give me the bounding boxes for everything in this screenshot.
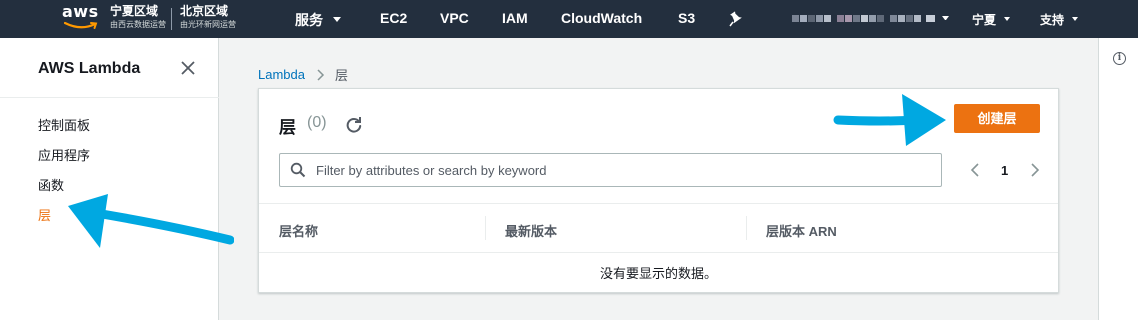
region-selector-label: 宁夏 [972, 13, 997, 27]
column-divider[interactable] [485, 216, 486, 240]
top-navigation: aws 宁夏区域 由西云数据运营 北京区域 由光环新网运营 服务 EC2 VPC… [0, 0, 1138, 38]
sidebar-title: AWS Lambda [38, 60, 141, 77]
support-menu[interactable]: 支持 [1040, 11, 1079, 28]
region-ningxia-name: 宁夏区域 [110, 4, 159, 18]
region-beijing-operator: 由光环新网运营 [180, 20, 236, 29]
column-layer-version-arn[interactable]: 层版本 ARN [766, 221, 837, 240]
nav-vpc[interactable]: VPC [440, 10, 469, 26]
region-divider [171, 8, 172, 30]
layers-panel: 层 (0) 创建层 1 层名称 最新版本 层版本 ARN 没有要显示的数据。 [258, 88, 1059, 293]
panel-title: 层 [279, 118, 296, 137]
refresh-icon[interactable] [345, 116, 363, 134]
support-label: 支持 [1040, 13, 1065, 27]
region-beijing-badge[interactable]: 北京区域 由光环新网运营 [180, 5, 236, 31]
breadcrumb-lambda-link[interactable]: Lambda [258, 67, 305, 82]
aws-smile-icon [64, 21, 98, 29]
aws-logo[interactable]: aws [62, 4, 106, 34]
sidebar: AWS Lambda 控制面板 应用程序 函数 层 [0, 38, 219, 320]
nav-iam[interactable]: IAM [502, 10, 528, 26]
region-ningxia-operator: 由西云数据运营 [110, 20, 166, 29]
sidebar-item-functions[interactable]: 函数 [38, 175, 64, 194]
chevron-right-icon [317, 68, 325, 81]
search-input[interactable] [316, 154, 936, 186]
breadcrumb: Lambda 层 [258, 65, 348, 84]
chevron-down-icon [942, 16, 949, 23]
chevron-left-icon[interactable] [969, 162, 981, 178]
search-icon [290, 162, 306, 178]
help-rail: i [1098, 38, 1138, 320]
chevron-down-icon [1004, 16, 1011, 21]
nav-cloudwatch[interactable]: CloudWatch [561, 10, 642, 26]
chevron-down-icon [333, 16, 341, 22]
column-latest-version[interactable]: 最新版本 [505, 221, 557, 240]
close-icon[interactable] [180, 60, 196, 76]
column-layer-name[interactable]: 层名称 [279, 221, 318, 240]
empty-state-message: 没有要显示的数据。 [599, 266, 717, 281]
layer-count: (0) [307, 114, 327, 131]
region-beijing-name: 北京区域 [180, 4, 229, 18]
services-menu[interactable]: 服务 [295, 10, 341, 30]
account-menu-obscured[interactable] [792, 15, 949, 22]
sidebar-divider [0, 97, 219, 98]
region-selector[interactable]: 宁夏 [972, 11, 1011, 28]
chevron-down-icon [1072, 16, 1079, 21]
nav-s3[interactable]: S3 [678, 10, 695, 26]
chevron-right-icon[interactable] [1029, 162, 1041, 178]
search-box [279, 153, 942, 187]
pin-icon[interactable] [729, 11, 743, 27]
create-layer-button[interactable]: 创建层 [954, 104, 1040, 133]
sidebar-item-dashboard[interactable]: 控制面板 [38, 115, 90, 134]
info-icon[interactable]: i [1113, 52, 1126, 65]
column-divider[interactable] [746, 216, 747, 240]
current-page[interactable]: 1 [1001, 163, 1008, 178]
region-ningxia-badge[interactable]: 宁夏区域 由西云数据运营 [110, 5, 166, 31]
aws-logo-text: aws [62, 2, 99, 21]
table-header: 层名称 最新版本 层版本 ARN [259, 203, 1058, 253]
sidebar-item-applications[interactable]: 应用程序 [38, 145, 90, 164]
services-label: 服务 [295, 12, 323, 28]
breadcrumb-current: 层 [334, 68, 348, 83]
nav-ec2[interactable]: EC2 [380, 10, 407, 26]
sidebar-item-layers[interactable]: 层 [38, 205, 51, 224]
